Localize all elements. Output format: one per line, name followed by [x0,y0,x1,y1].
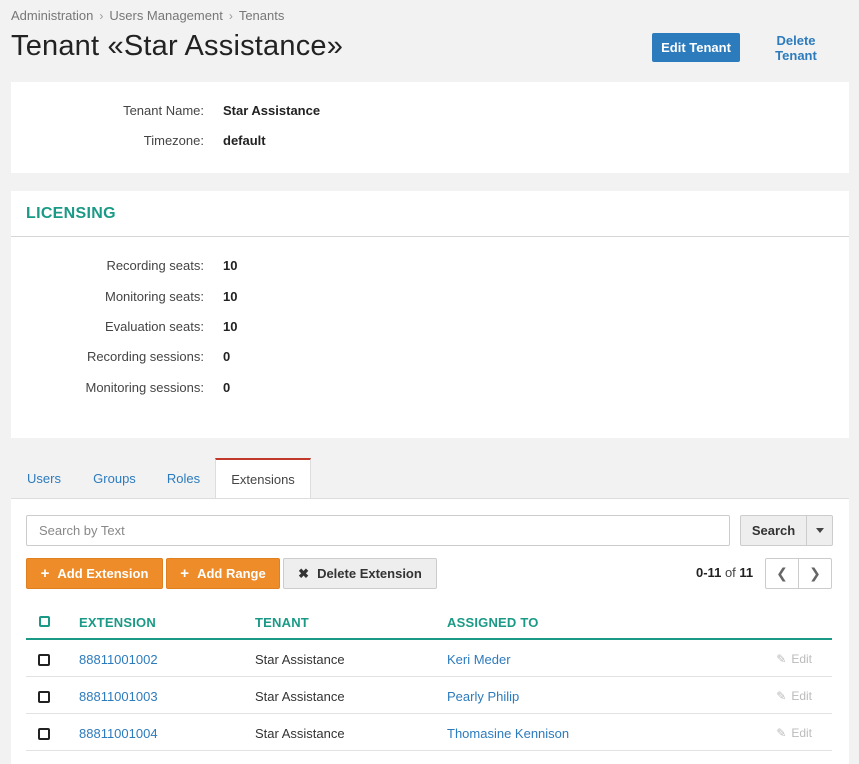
add-range-button[interactable]: + Add Range [166,558,280,589]
delete-extension-button[interactable]: ✖ Delete Extension [283,558,437,589]
extensions-panel: Search + Add Extension + Add Range ✖ Del… [11,498,849,764]
add-range-label: Add Range [197,566,266,581]
chevron-right-icon: › [228,8,233,23]
edit-label: Edit [791,689,812,703]
pager-prev-button[interactable]: ❮ [765,558,799,589]
tenant-cell: Star Assistance [255,726,345,741]
table-row: 88811001004 Star Assistance Thomasine Ke… [26,714,832,751]
pager-of: of [724,565,736,580]
assigned-to-link[interactable]: Thomasine Kennison [447,726,569,741]
row-checkbox[interactable] [38,728,50,740]
tab-groups[interactable]: Groups [77,458,152,499]
row-edit-button[interactable]: ✎ Edit [776,652,812,666]
breadcrumb-administration[interactable]: Administration [11,8,93,23]
licensing-row: Recording seats: 10 [11,258,411,273]
tenant-info-panel: Tenant Name: Star Assistance Timezone: d… [11,82,849,173]
delete-extension-label: Delete Extension [317,566,422,581]
timezone-row: Timezone: default [11,133,411,148]
table-row: 88811001002 Star Assistance Keri Meder ✎… [26,640,832,677]
licensing-value: 0 [223,380,231,395]
tenant-cell: Star Assistance [255,652,345,667]
extension-link[interactable]: 88811001004 [79,726,158,741]
breadcrumb-users-management[interactable]: Users Management [109,8,222,23]
tab-extensions[interactable]: Extensions [215,458,311,499]
edit-icon: ✎ [776,652,787,666]
tenant-cell: Star Assistance [255,689,345,704]
assigned-to-link[interactable]: Keri Meder [447,652,511,667]
assigned-to-link[interactable]: Pearly Philip [447,689,519,704]
licensing-value: 10 [223,258,238,273]
add-extension-label: Add Extension [57,566,149,581]
extension-link[interactable]: 88811001002 [79,652,158,667]
column-header-tenant[interactable]: TENANT [255,615,309,630]
edit-label: Edit [791,652,812,666]
tenant-name-label: Tenant Name: [123,103,204,118]
tab-bar: Users Groups Roles Extensions [11,458,849,499]
search-input[interactable] [26,515,730,546]
select-all-checkbox[interactable] [39,616,50,627]
licensing-title: LICENSING [26,205,116,222]
edit-label: Edit [791,726,812,740]
tab-users[interactable]: Users [11,458,77,499]
tab-roles[interactable]: Roles [152,458,215,499]
divider [11,236,849,237]
caret-down-icon [815,528,824,533]
licensing-row: Recording sessions: 0 [11,349,411,364]
pager-range: 0-11 [696,565,722,580]
timezone-label: Timezone: [143,133,204,148]
delete-tenant-button[interactable]: Delete Tenant [748,33,844,63]
row-checkbox[interactable] [38,691,50,703]
licensing-value: 10 [223,289,238,304]
table-header: EXTENSION TENANT ASSIGNED TO [26,607,832,640]
search-options-toggle[interactable] [806,515,833,546]
licensing-label: Monitoring sessions: [85,380,205,395]
licensing-label: Monitoring seats: [105,289,204,304]
row-edit-button[interactable]: ✎ Edit [776,689,812,703]
licensing-row: Monitoring seats: 10 [11,289,411,304]
column-header-assigned-to[interactable]: ASSIGNED TO [447,615,539,630]
breadcrumb-tenants[interactable]: Tenants [239,8,285,23]
tenant-name-value: Star Assistance [223,103,321,118]
row-edit-button[interactable]: ✎ Edit [776,726,812,740]
licensing-row: Monitoring sessions: 0 [11,380,411,395]
column-header-extension[interactable]: EXTENSION [79,615,156,630]
licensing-panel: LICENSING Recording seats: 10 Monitoring… [11,191,849,438]
licensing-label: Recording sessions: [86,349,204,364]
plus-icon: + [180,565,190,582]
licensing-value: 10 [223,319,238,334]
plus-icon: + [40,565,50,582]
add-extension-button[interactable]: + Add Extension [26,558,163,589]
licensing-value: 0 [223,349,231,364]
extension-link[interactable]: 88811001003 [79,689,158,704]
row-checkbox[interactable] [38,654,50,666]
chevron-left-icon: ❮ [776,565,788,581]
edit-tenant-button[interactable]: Edit Tenant [652,33,740,62]
licensing-label: Evaluation seats: [104,319,204,334]
edit-icon: ✎ [776,726,787,740]
edit-icon: ✎ [776,689,787,703]
breadcrumb: Administration › Users Management › Tena… [11,8,284,23]
licensing-label: Recording seats: [106,258,204,273]
pager-total: 11 [739,565,754,580]
chevron-right-icon: › [99,8,104,23]
close-icon: ✖ [298,565,310,581]
chevron-right-icon: ❯ [809,565,821,581]
page-title: Tenant «Star Assistance» [11,30,344,62]
timezone-value: default [223,133,266,148]
search-button[interactable]: Search [740,515,807,546]
pager-next-button[interactable]: ❯ [798,558,832,589]
tenant-name-row: Tenant Name: Star Assistance [11,103,411,118]
licensing-row: Evaluation seats: 10 [11,319,411,334]
table-row: 88811001003 Star Assistance Pearly Phili… [26,677,832,714]
pager-info: 0-11 of 11 [696,565,753,580]
